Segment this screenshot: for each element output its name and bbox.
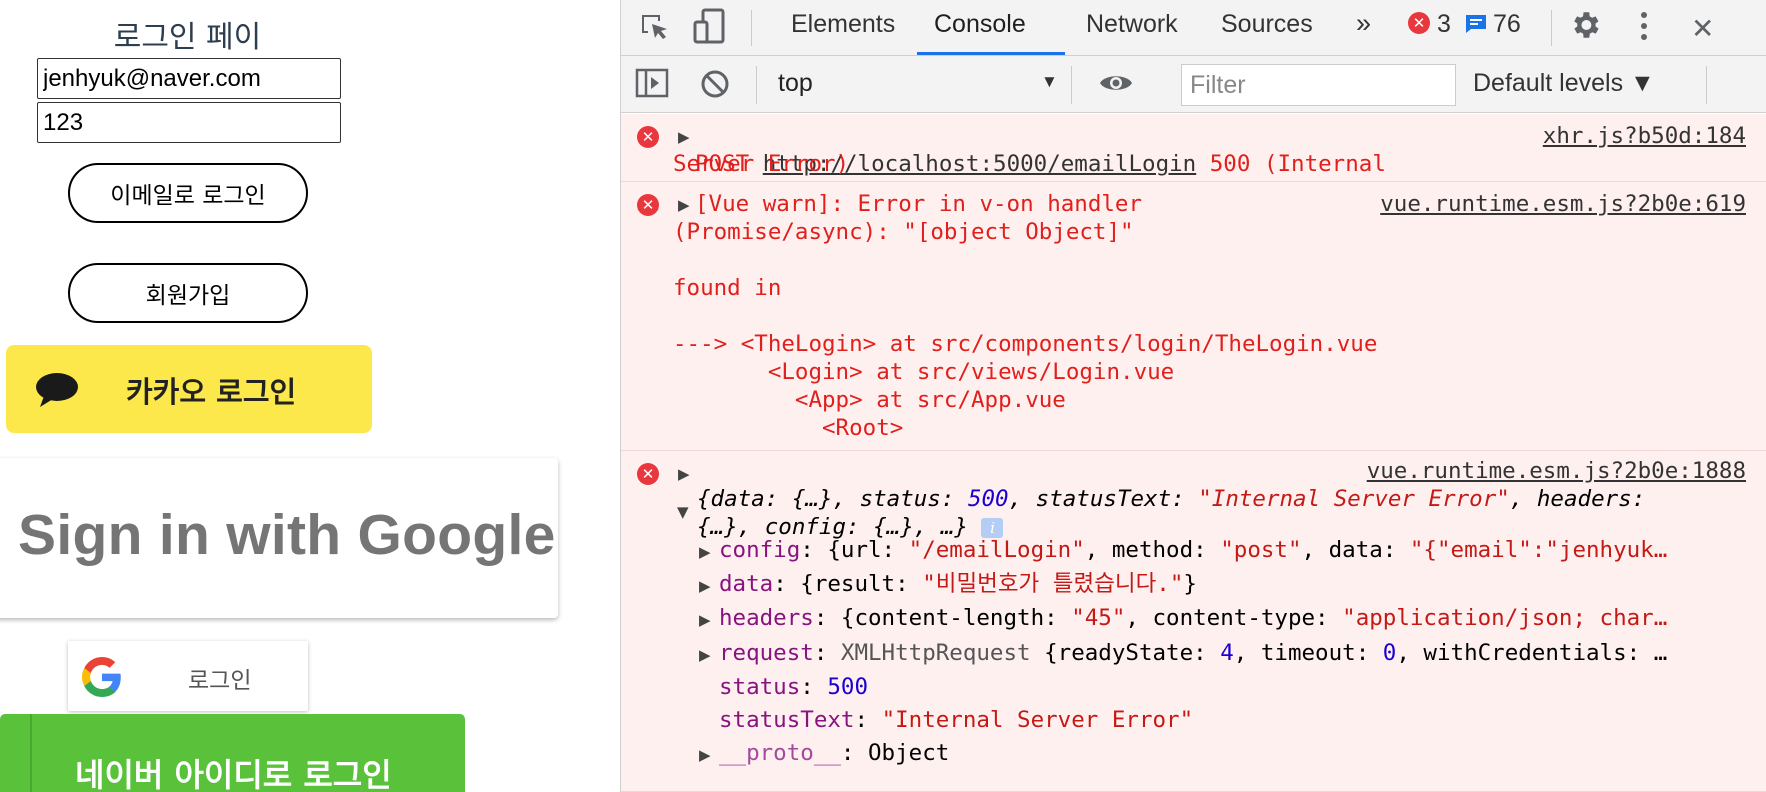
object-summary-line1[interactable]: {data: {…}, status: 500, statusText: "In… [697, 485, 1645, 513]
log-levels-label: Default levels [1473, 69, 1624, 97]
component-trace-line: <Login> at src/views/Login.vue [673, 359, 1175, 385]
tab-console[interactable]: Console [934, 10, 1026, 39]
component-trace-line: <App> at src/App.vue [673, 387, 1066, 413]
inspect-element-icon[interactable] [639, 12, 671, 44]
email-input[interactable] [37, 58, 341, 99]
component-trace-line: <Root> [673, 415, 904, 441]
found-in-label: found in [673, 275, 782, 301]
clear-console-icon[interactable] [699, 68, 731, 100]
message-count-icon [1465, 14, 1487, 34]
expand-arrow-icon[interactable]: ▶ [699, 746, 711, 764]
kakao-chat-icon [34, 372, 80, 412]
prop-data[interactable]: data: {result: "비밀번호가 틀렸습니다."} [719, 570, 1197, 598]
expand-arrow-icon[interactable]: ▶ [699, 646, 711, 664]
error-count-icon: ✕ [1408, 12, 1430, 34]
expand-arrow-icon[interactable]: ▶ [699, 611, 711, 629]
request-status-cont: Server Error) [673, 151, 850, 177]
toolbar-separator [1071, 66, 1072, 104]
naver-divider [30, 714, 32, 792]
kakao-login-button[interactable]: 카카오 로그인 [6, 345, 372, 433]
info-icon[interactable]: i [981, 517, 1004, 538]
devtools-tab-bar: Elements Console Network Sources » ✕ 3 7… [621, 0, 1766, 56]
naver-login-button[interactable]: 네이버 아이디로 로그인 [0, 714, 465, 792]
source-link[interactable]: xhr.js?b50d:184 [1543, 122, 1746, 150]
signup-button[interactable]: 회원가입 [68, 263, 308, 323]
prop-headers[interactable]: headers: {content-length: "45", content-… [719, 604, 1667, 632]
google-g-icon [82, 657, 122, 701]
active-tab-indicator [917, 52, 1065, 55]
google-signin-button[interactable]: Sign in with Google [0, 458, 558, 618]
prop-status: status: 500 [719, 674, 869, 700]
sidebar-toggle-icon[interactable] [635, 68, 669, 98]
console-error-message: ✕ ▶ [Vue warn]: Error in v-on handler (P… [621, 182, 1766, 451]
error-icon: ✕ [637, 126, 659, 148]
close-devtools-icon[interactable]: ✕ [1691, 12, 1714, 45]
console-error-object: ✕ ▶ vue.runtime.esm.js?2b0e:1888 ▼ {data… [621, 451, 1766, 792]
source-link[interactable]: vue.runtime.esm.js?2b0e:619 [1380, 190, 1746, 218]
device-toolbar-icon[interactable] [693, 8, 727, 46]
toolbar-separator [1706, 66, 1707, 104]
prop-config[interactable]: config: {url: "/emailLogin", method: "po… [719, 536, 1667, 564]
settings-gear-icon[interactable] [1568, 8, 1602, 42]
error-count[interactable]: 3 [1437, 10, 1451, 39]
prop-request[interactable]: request: XMLHttpRequest {readyState: 4, … [719, 639, 1667, 667]
log-levels-select[interactable]: Default levels ▼ [1473, 69, 1655, 98]
tab-sources[interactable]: Sources [1221, 10, 1313, 39]
error-icon: ✕ [637, 463, 659, 485]
login-page: 로그인 페이지 이메일로 로그인 회원가입 카카오 로그인 Sign in wi… [0, 0, 620, 792]
source-link[interactable]: vue.runtime.esm.js?2b0e:1888 [1367, 457, 1746, 485]
kakao-login-label: 카카오 로그인 [126, 375, 297, 409]
collapse-arrow-icon[interactable]: ▼ [677, 503, 689, 521]
tab-network[interactable]: Network [1086, 10, 1178, 39]
context-select[interactable]: top [778, 69, 813, 98]
live-expression-eye-icon[interactable] [1098, 70, 1134, 96]
prop-statustext: statusText: "Internal Server Error" [719, 707, 1194, 733]
password-input[interactable] [37, 102, 341, 143]
email-login-label: 이메일로 로그인 [110, 183, 266, 209]
tab-elements[interactable]: Elements [791, 10, 895, 39]
more-options-icon[interactable] [1639, 10, 1649, 42]
prop-proto[interactable]: __proto__: Object [719, 739, 949, 767]
vue-warn-line1: [Vue warn]: Error in v-on handler [695, 191, 1143, 217]
google-login-label: 로그인 [188, 668, 252, 694]
context-dropdown-icon[interactable]: ▼ [1041, 72, 1058, 92]
naver-login-label: 네이버 아이디로 로그인 [75, 756, 392, 792]
devtools-panel: Elements Console Network Sources » ✕ 3 7… [620, 0, 1766, 792]
expand-arrow-icon[interactable]: ▶ [678, 128, 690, 146]
console-filter-input[interactable] [1181, 64, 1456, 106]
toolbar-separator [1551, 10, 1552, 46]
toolbar-separator [756, 66, 757, 104]
google-login-button[interactable]: 로그인 [68, 641, 308, 711]
signup-label: 회원가입 [145, 283, 231, 309]
vue-warn-line2: (Promise/async): "[object Object]" [673, 219, 1134, 245]
expand-arrow-icon[interactable]: ▶ [678, 196, 690, 214]
console-error-message: ✕ ▶ POST http://localhost:5000/emailLogi… [621, 114, 1766, 182]
expand-arrow-icon[interactable]: ▶ [699, 543, 711, 561]
more-tabs-icon[interactable]: » [1356, 8, 1371, 39]
expand-arrow-icon[interactable]: ▶ [699, 577, 711, 595]
email-login-button[interactable]: 이메일로 로그인 [68, 163, 308, 223]
error-icon: ✕ [637, 194, 659, 216]
request-status: 500 (Internal [1209, 151, 1386, 177]
google-signin-label: Sign in with Google [18, 503, 556, 567]
toolbar-separator [751, 10, 752, 46]
component-trace-line: ---> <TheLogin> at src/components/login/… [673, 331, 1378, 357]
expand-arrow-icon[interactable]: ▶ [678, 465, 690, 483]
message-count[interactable]: 76 [1493, 10, 1521, 39]
